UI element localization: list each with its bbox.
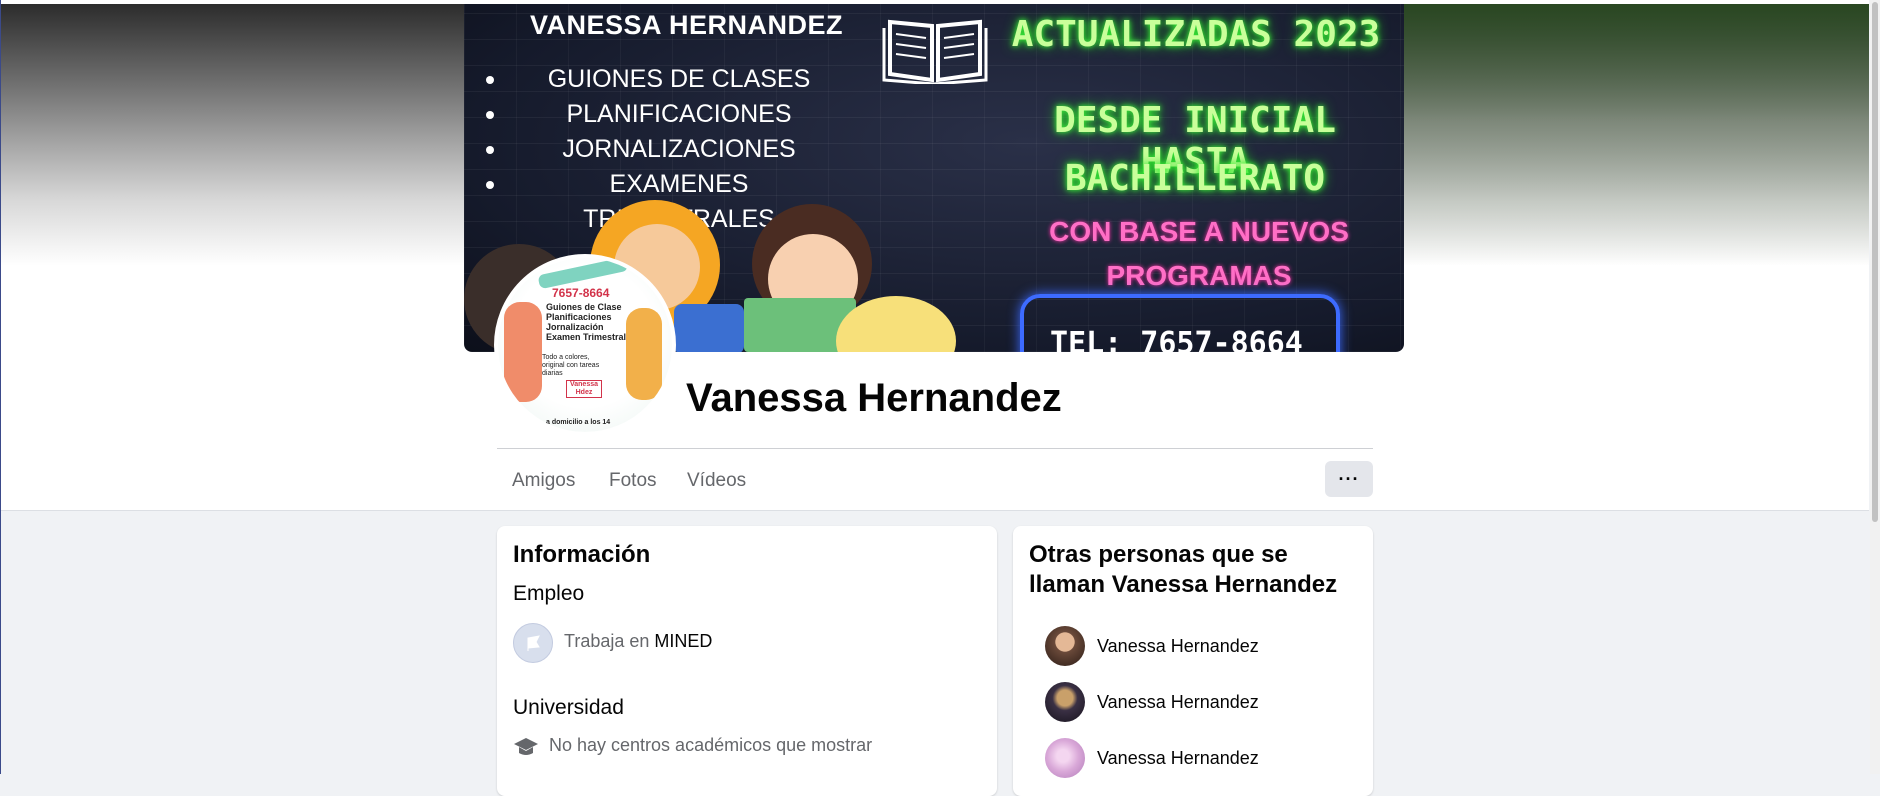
avatar-tag: Vanessa Hdez xyxy=(566,380,602,398)
person-avatar[interactable] xyxy=(1045,738,1085,778)
cover-backdrop-tint xyxy=(1401,4,1869,266)
cover-headline: ACTUALIZADAS 2023 xyxy=(1011,14,1381,55)
profile-name: Vanessa Hernandez xyxy=(686,376,1062,420)
no-schools-text: No hay centros académicos que mostrar xyxy=(549,735,873,755)
cover-services-list: GUIONES DE CLASES PLANIFICACIONES JORNAL… xyxy=(484,62,844,233)
work-prefix: Trabaja en xyxy=(564,631,655,651)
avatar-image: 7657-8664 Guiones de Clase Planificacion… xyxy=(498,258,672,432)
others-card: Otras personas que se llaman Vanessa Her… xyxy=(1013,526,1373,796)
cover-pink-line-1: CON BASE A NUEVOS xyxy=(1049,216,1349,247)
cover-tel: TEL: 7657-8664 xyxy=(1050,326,1303,352)
person-name[interactable]: Vanessa Hernandez xyxy=(1097,748,1259,769)
briefcase-icon xyxy=(513,623,553,663)
cover-service-item: JORNALIZACIONES xyxy=(484,132,844,167)
tab-videos[interactable]: Vídeos xyxy=(687,466,746,496)
work-section-label: Empleo xyxy=(513,582,585,605)
info-title: Información xyxy=(513,541,651,568)
tab-amigos[interactable]: Amigos xyxy=(512,466,575,496)
avatar-line: Guiones de Clase xyxy=(546,302,622,312)
cover-pink-line-2: PROGRAMAS xyxy=(1106,260,1292,291)
graduation-cap-icon xyxy=(514,738,538,755)
avatar-phone: 7657-8664 xyxy=(552,286,610,300)
cover-service-item: EXAMENES TRIMESTRALES xyxy=(484,167,844,233)
avatar-decoration xyxy=(504,302,542,402)
person-name[interactable]: Vanessa Hernandez xyxy=(1097,636,1259,657)
work-entry[interactable]: Trabaja en MINED xyxy=(564,631,712,652)
backpack-illustration xyxy=(674,304,744,352)
profile-avatar[interactable]: 7657-8664 Guiones de Clase Planificacion… xyxy=(494,254,676,436)
cover-title: VANESSA HERNANDEZ xyxy=(530,10,844,40)
profile-header: VANESSA HERNANDEZ GUIONES DE CLASES PLAN… xyxy=(1,0,1869,511)
book-icon xyxy=(882,19,988,84)
avatar-line: Jornalización xyxy=(546,322,604,332)
avatar-line: Examen Trimestral xyxy=(546,332,627,342)
tab-fotos[interactable]: Fotos xyxy=(609,466,657,496)
cover-service-item: PLANIFICACIONES xyxy=(484,97,844,132)
university-section-label: Universidad xyxy=(513,696,624,719)
avatar-decoration xyxy=(537,258,629,290)
more-options-button[interactable]: ··· xyxy=(1325,461,1373,497)
work-place-link[interactable]: MINED xyxy=(654,631,712,651)
others-title-line-1: Otras personas que se xyxy=(1029,541,1288,568)
avatar-bottom-text: a domicilio a los 14 xyxy=(546,419,611,426)
person-avatar[interactable] xyxy=(1045,682,1085,722)
page: VANESSA HERNANDEZ GUIONES DE CLASES PLAN… xyxy=(0,0,1869,796)
others-title-line-2: llaman Vanessa Hernandez xyxy=(1029,571,1338,598)
cover-line-2: BACHILLERATO xyxy=(1064,158,1326,199)
person-name[interactable]: Vanessa Hernandez xyxy=(1097,692,1259,713)
profile-divider xyxy=(497,448,1373,449)
avatar-decoration xyxy=(626,308,662,400)
person-avatar[interactable] xyxy=(1045,626,1085,666)
scrollbar-thumb[interactable] xyxy=(1872,2,1878,522)
more-icon: ··· xyxy=(1338,468,1360,489)
avatar-small-text: Todo a colores, original con tareas diar… xyxy=(542,354,600,377)
info-card: Información Empleo Trabaja en MINED Univ… xyxy=(497,526,997,796)
avatar-line: Planificaciones xyxy=(546,312,612,322)
cover-service-item: GUIONES DE CLASES xyxy=(484,62,844,97)
